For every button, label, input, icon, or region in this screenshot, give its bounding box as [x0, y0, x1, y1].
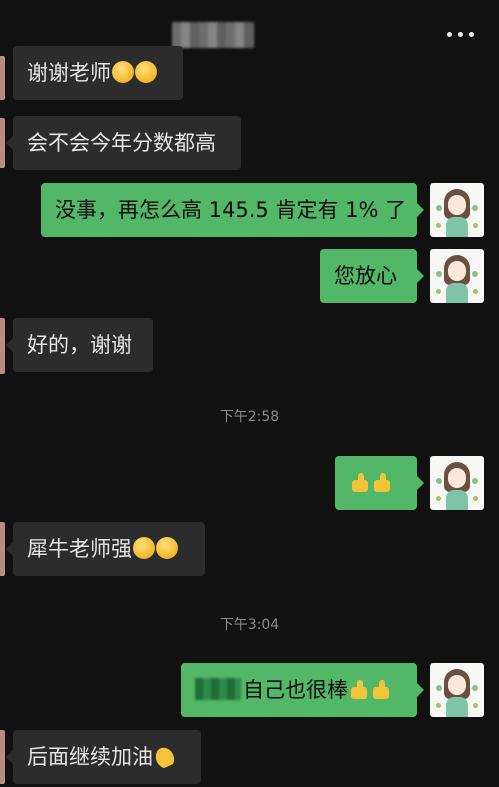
contact-avatar-edge	[0, 522, 5, 576]
bubble-tail	[417, 683, 424, 697]
message-bubble-incoming[interactable]: 犀牛老师强	[6, 522, 205, 576]
bubble-tail	[6, 338, 13, 352]
message-bubble-outgoing[interactable]	[335, 456, 424, 510]
message-bubble-incoming[interactable]: 后面继续加油	[6, 730, 201, 784]
timestamp: 下午3:04	[219, 617, 280, 633]
bubble-tail	[6, 750, 13, 764]
message-bubble-outgoing[interactable]: 自己也很棒	[181, 663, 424, 717]
contact-avatar-edge	[0, 56, 5, 100]
message-text: 自己也很棒	[243, 678, 348, 702]
bubble-tail	[417, 203, 424, 217]
message-text: 没事，再怎么高 145.5 肯定有 1% 了	[55, 198, 407, 222]
message-bubble-outgoing[interactable]: 您放心	[320, 249, 424, 303]
my-avatar[interactable]	[430, 183, 484, 237]
bubble-tail	[6, 542, 13, 556]
message-bubble-outgoing[interactable]: 没事，再怎么高 145.5 肯定有 1% 了	[41, 183, 424, 237]
contact-avatar-edge	[0, 730, 5, 784]
thumbs-up-icon	[370, 678, 392, 700]
message-text: 后面继续加油	[27, 745, 153, 769]
chat-screen: 谢谢老师 会不会今年分数都高 没事，再怎么高 145.5 肯定有 1% 了 您放…	[0, 0, 499, 787]
message-bubble-incoming[interactable]: 会不会今年分数都高	[6, 116, 241, 170]
contact-avatar-edge	[0, 318, 5, 374]
grin-emoji-icon	[156, 537, 178, 559]
contact-avatar-edge	[0, 118, 5, 168]
my-avatar[interactable]	[430, 663, 484, 717]
bubble-tail	[6, 136, 13, 150]
smile-emoji-icon	[112, 61, 134, 83]
clap-emoji-icon	[149, 741, 179, 771]
bubble-tail	[417, 476, 424, 490]
message-text: 好的，谢谢	[27, 333, 132, 357]
chat-title-redacted	[172, 22, 254, 48]
message-text: 会不会今年分数都高	[27, 131, 216, 155]
message-bubble-incoming[interactable]: 谢谢老师	[13, 46, 183, 100]
redacted-text	[195, 678, 241, 700]
bubble-tail	[417, 269, 424, 283]
more-dots-icon[interactable]	[444, 24, 478, 44]
message-text: 犀牛老师强	[27, 537, 132, 561]
grin-emoji-icon	[133, 537, 155, 559]
smile-emoji-icon	[135, 61, 157, 83]
thumbs-up-icon	[349, 471, 371, 493]
thumbs-up-icon	[348, 678, 370, 700]
my-avatar[interactable]	[430, 456, 484, 510]
timestamp: 下午2:58	[219, 409, 280, 425]
message-bubble-incoming[interactable]: 好的，谢谢	[6, 318, 153, 372]
thumbs-up-icon	[371, 471, 393, 493]
my-avatar[interactable]	[430, 249, 484, 303]
message-text: 谢谢老师	[27, 61, 111, 85]
message-text: 您放心	[334, 264, 397, 288]
